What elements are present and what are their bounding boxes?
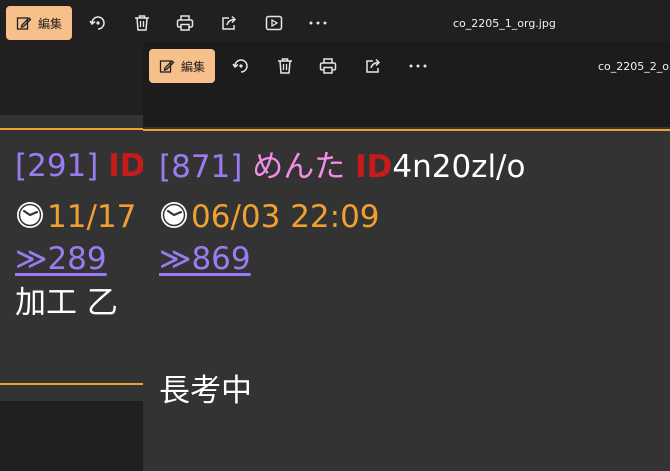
post-body-line: 長考中	[159, 373, 252, 409]
clock-icon	[161, 202, 187, 228]
post-header: [871] めんた ID4n20zl/o	[159, 149, 525, 185]
post-body: 加工 乙	[15, 285, 118, 321]
orange-divider-bottom	[0, 383, 150, 385]
orange-divider-top	[0, 128, 150, 130]
poster-name: めんた	[252, 149, 346, 185]
post-number: [291]	[15, 148, 99, 184]
post-number: [871]	[159, 149, 243, 185]
orange-divider-top	[143, 129, 670, 131]
toolbar: 編集	[143, 42, 670, 92]
post-datetime-line: 11/17	[15, 199, 136, 235]
clock-icon	[17, 202, 43, 228]
edit-button-label: 編集	[38, 16, 63, 31]
more-button[interactable]	[407, 56, 429, 76]
post-datetime: 11/17	[47, 199, 137, 235]
id-badge: ID	[355, 149, 393, 185]
print-icon	[176, 15, 194, 31]
more-button[interactable]	[307, 13, 329, 33]
edit-icon	[159, 60, 175, 73]
trash-icon	[135, 15, 149, 31]
print-button[interactable]	[175, 13, 195, 33]
image-canvas: [291] ID 11/17 ≫289 加工 乙	[0, 115, 150, 401]
edit-button[interactable]: 編集	[6, 6, 73, 40]
share-button[interactable]	[219, 13, 239, 33]
more-icon	[309, 21, 327, 25]
rotate-button[interactable]	[231, 56, 251, 76]
trash-icon	[278, 58, 292, 74]
post-body-line: 加工 乙	[15, 285, 118, 321]
print-button[interactable]	[318, 56, 338, 76]
rotate-icon	[89, 16, 105, 30]
edit-button-label: 編集	[181, 59, 206, 74]
post-header: [291] ID	[15, 148, 146, 184]
share-button[interactable]	[363, 56, 383, 76]
slideshow-button[interactable]	[264, 13, 284, 33]
reply-link[interactable]: ≫289	[15, 241, 107, 277]
more-icon	[409, 64, 427, 68]
slideshow-icon	[265, 15, 283, 31]
reply-line: ≫289	[15, 241, 107, 277]
id-badge: ID	[108, 148, 146, 184]
post-datetime: 06/03 22:09	[191, 199, 380, 235]
reply-link[interactable]: ≫869	[159, 241, 251, 277]
post-datetime-line: 06/03 22:09	[159, 199, 380, 235]
reply-line: ≫869	[159, 241, 251, 277]
rotate-button[interactable]	[88, 13, 108, 33]
delete-button[interactable]	[132, 13, 152, 33]
image-canvas: [871] めんた ID4n20zl/o 06/03 22:09 ≫869 長考…	[143, 127, 670, 471]
window-title: co_2205_1_org.jpg	[453, 17, 556, 30]
post-body: 長考中	[159, 373, 252, 409]
delete-button[interactable]	[275, 56, 295, 76]
share-icon	[366, 58, 381, 73]
edit-icon	[16, 17, 32, 30]
poster-id: 4n20zl/o	[392, 149, 526, 185]
rotate-icon	[232, 59, 248, 73]
photo-viewer-window-front: 編集 co_2205_2_o [871] めんた ID4n20zl/o 06/0…	[143, 42, 670, 471]
print-icon	[319, 58, 337, 74]
share-icon	[222, 15, 237, 30]
window-title: co_2205_2_org	[598, 60, 670, 73]
edit-button[interactable]: 編集	[149, 49, 216, 83]
